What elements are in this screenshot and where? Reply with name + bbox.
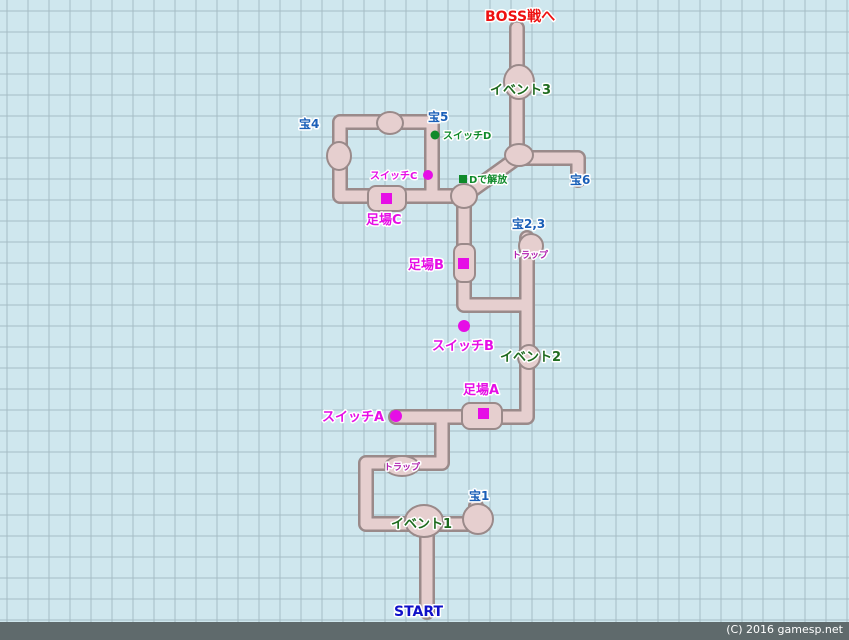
dungeon-map: BOSS戦へ イベント3 宝4 宝5 スイッチD スイッチC Dで解放 宝6 足… — [0, 0, 849, 640]
room-left-loop — [326, 141, 352, 171]
treasure5-label: 宝5 — [428, 109, 448, 124]
trap-lower-label: トラップ — [384, 461, 421, 473]
platform-b-label: 足場B — [408, 257, 444, 273]
boss-label: BOSS戦へ — [485, 8, 555, 25]
treasure1-label: 宝1 — [469, 488, 489, 503]
room-junction-middle — [450, 183, 478, 209]
switch-a-label: スイッチA — [322, 410, 384, 425]
treasure6-label: 宝6 — [570, 172, 590, 187]
start-label: START — [394, 604, 444, 620]
copyright-credit: (C) 2016 gamesp.net — [726, 623, 843, 636]
switch-b-marker — [458, 320, 470, 332]
platform-a-marker — [478, 408, 489, 419]
platform-c-label: 足場C — [366, 212, 402, 228]
switch-c-marker — [423, 170, 433, 180]
platform-c-marker — [381, 193, 392, 204]
event1-label: イベント1 — [391, 517, 452, 532]
room-junction-upper — [504, 143, 534, 167]
switch-b-label: スイッチB — [432, 339, 494, 354]
platform-a-label: 足場A — [463, 382, 499, 398]
d-release-marker — [459, 175, 467, 183]
switch-a-marker — [390, 410, 402, 422]
treasure4-label: 宝4 — [299, 116, 319, 131]
footer-bar: (C) 2016 gamesp.net — [0, 622, 849, 640]
platform-b-marker — [458, 258, 469, 269]
switch-c-label: スイッチC — [370, 170, 417, 182]
switch-d-label: スイッチD — [443, 130, 491, 142]
trap-upper-label: トラップ — [512, 249, 549, 261]
event3-label: イベント3 — [490, 83, 551, 98]
d-release-label: Dで解放 — [469, 173, 508, 186]
switch-d-marker — [430, 130, 440, 140]
event2-label: イベント2 — [500, 350, 561, 365]
room-upper-loop — [376, 111, 404, 135]
treasure23-label: 宝2,3 — [512, 216, 545, 231]
room-treasure1 — [462, 503, 494, 535]
